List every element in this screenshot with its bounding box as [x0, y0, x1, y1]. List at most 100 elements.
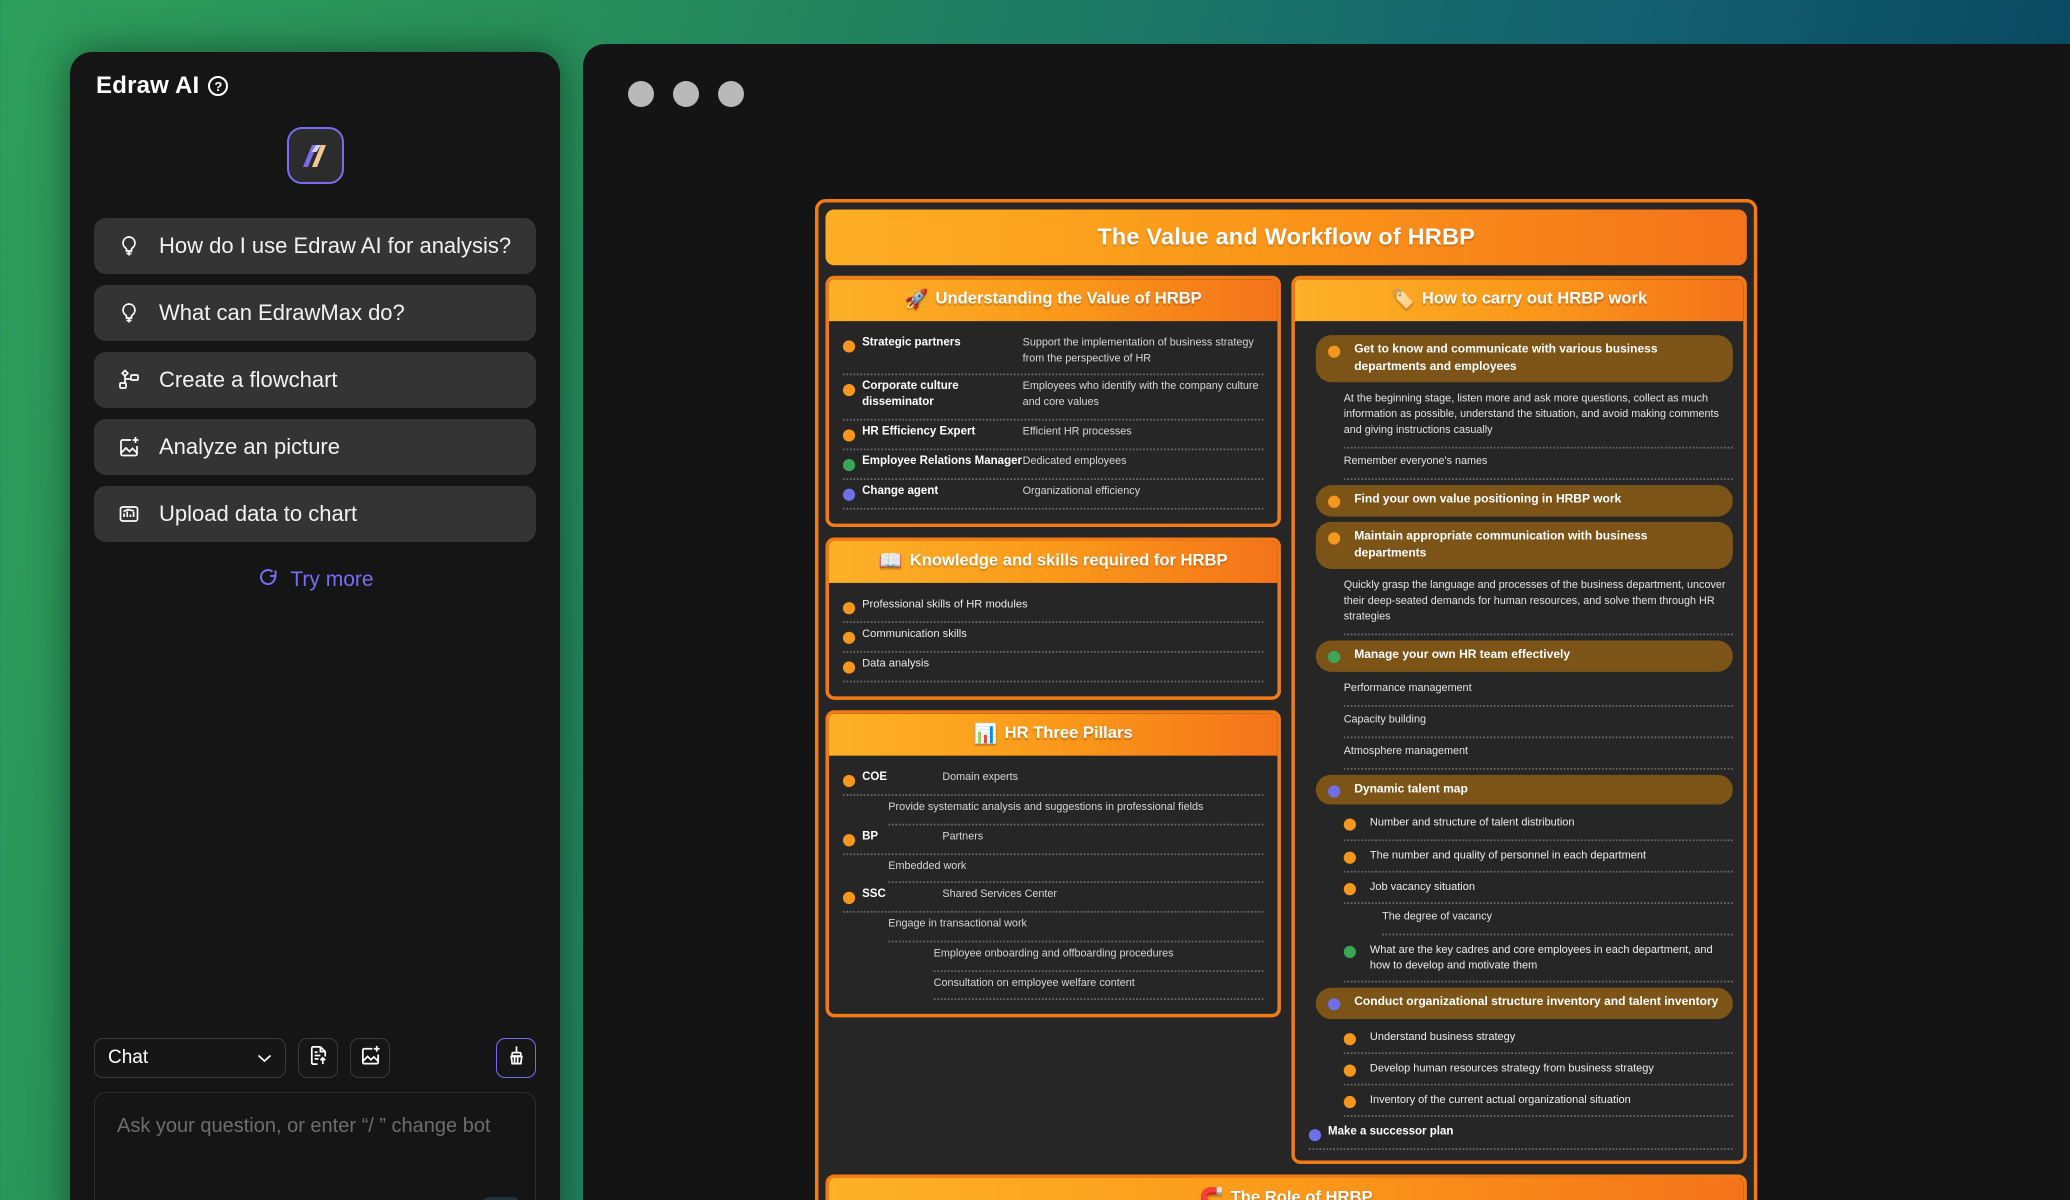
- row-desc: Embedded work: [888, 860, 967, 873]
- suggestion-item-edrawmax[interactable]: What can EdrawMax do?: [94, 285, 536, 341]
- row-term: HR Efficiency Expert: [862, 426, 976, 439]
- row-desc: Organizational efficiency: [1022, 485, 1141, 498]
- row-term: Corporate culture disseminator: [862, 381, 959, 409]
- sub-item-label: What are the key cadres and core employe…: [1369, 943, 1713, 972]
- mode-select-value: Chat: [108, 1047, 149, 1068]
- sub-item-label: Job vacancy situation: [1369, 880, 1475, 893]
- bullet-icon: [842, 602, 856, 615]
- table-row: Strategic partners Support the implement…: [842, 332, 1264, 376]
- image-add-icon: [359, 1044, 382, 1072]
- pill-label: Find your own value positioning in HRBP …: [1354, 494, 1622, 507]
- sub-item: Capacity building: [1343, 706, 1733, 738]
- card-title: The Role of HRBP: [1230, 1188, 1373, 1200]
- row-desc: Shared Services Center: [942, 889, 1058, 902]
- row-desc: Provide systematic analysis and suggesti…: [888, 801, 1204, 814]
- card-body: Professional skills of HR modules Commun…: [829, 583, 1277, 696]
- window-dot-minimize[interactable]: [673, 81, 699, 107]
- pill-label: Get to know and communicate with various…: [1354, 343, 1658, 373]
- question-mark-icon[interactable]: ?: [208, 76, 229, 96]
- document-window: The Value and Workflow of HRBP 🚀 Underst…: [583, 44, 2070, 1200]
- chart-document-icon: [116, 501, 142, 527]
- row-term: SSC: [862, 889, 886, 902]
- document-upload-button[interactable]: [298, 1038, 338, 1078]
- infographic-right-column: 🏷️ How to carry out HRBP work Get to kno…: [1291, 275, 1747, 1165]
- pill-item: Conduct organizational structure invento…: [1315, 987, 1733, 1019]
- clear-chat-button[interactable]: [496, 1038, 536, 1078]
- table-row: Provide systematic analysis and suggesti…: [888, 796, 1264, 826]
- prompt-input[interactable]: Ask your question, or enter “/ ” change …: [94, 1092, 536, 1200]
- suggestion-list: How do I use Edraw AI for analysis? What…: [70, 218, 560, 542]
- row-desc: Consultation on employee welfare content: [933, 976, 1135, 990]
- card-body: COE Domain experts Provide systematic an…: [829, 756, 1277, 1015]
- table-row: Change agent Organizational efficiency: [842, 480, 1264, 510]
- page-title: Edraw AI: [96, 72, 200, 99]
- lightbulb-icon: [116, 233, 142, 259]
- card-header: 📊 HR Three Pillars: [828, 714, 1278, 756]
- bullet-icon: [842, 631, 856, 645]
- try-more-button[interactable]: Try more: [70, 565, 560, 595]
- bullet-icon: [842, 661, 856, 674]
- row-desc: Engage in transactional work: [888, 918, 1027, 931]
- sub-item: The number and quality of personnel in e…: [1343, 840, 1733, 873]
- suggestion-item-analyze-picture[interactable]: Analyze an picture: [94, 419, 536, 475]
- edraw-ai-panel: Edraw AI ? How do I use Edraw AI for ana…: [70, 52, 560, 1200]
- bullet-icon: [1328, 651, 1341, 664]
- sub-item-label: Develop human resources strategy from bu…: [1369, 1062, 1654, 1075]
- rocket-icon: 🚀: [904, 289, 929, 311]
- bullet-icon: [842, 775, 856, 788]
- window-dot-maximize[interactable]: [718, 81, 744, 107]
- table-row: SSC Shared Services Center: [842, 884, 1264, 914]
- card-header: 🚀 Understanding the Value of HRBP: [828, 279, 1278, 322]
- sub-item: What are the key cadres and core employe…: [1343, 935, 1733, 983]
- magnet-icon: 🧲: [1199, 1188, 1224, 1200]
- row-desc: Support the implementation of business s…: [1022, 336, 1254, 365]
- pill-item: Manage your own HR team effectively: [1315, 640, 1733, 672]
- hrbp-infographic: The Value and Workflow of HRBP 🚀 Underst…: [815, 199, 1758, 1200]
- row-desc: Domain experts: [942, 771, 1019, 784]
- sub-item: Job vacancy situation: [1343, 872, 1733, 904]
- card-knowledge-skills: 📖 Knowledge and skills required for HRBP…: [825, 537, 1281, 701]
- bullet-icon: [1343, 882, 1356, 895]
- image-add-icon: [116, 434, 142, 460]
- suggestion-item-upload-chart[interactable]: Upload data to chart: [94, 486, 536, 542]
- bullet-icon: [1343, 1064, 1356, 1077]
- composer: Chat Ask your question, or enter “/ ” ch…: [94, 1038, 536, 1200]
- infographic-columns: 🚀 Understanding the Value of HRBP Strate…: [825, 275, 1747, 1165]
- ai-panel-header: Edraw AI ?: [70, 52, 560, 100]
- suggestion-item-flowchart[interactable]: Create a flowchart: [94, 352, 536, 408]
- mode-select[interactable]: Chat: [94, 1038, 286, 1078]
- bullet-icon: [842, 833, 856, 847]
- row-term: COE: [862, 771, 888, 784]
- table-row: HR Efficiency Expert Efficient HR proces…: [842, 421, 1264, 451]
- broom-icon: [505, 1044, 528, 1072]
- bullet-icon: [1328, 532, 1341, 545]
- table-row: Employee Relations Manager Dedicated emp…: [842, 450, 1264, 481]
- pill-item: Find your own value positioning in HRBP …: [1315, 485, 1733, 517]
- try-more-label: Try more: [290, 568, 374, 591]
- suggestion-label: Upload data to chart: [159, 501, 358, 526]
- row-desc: Efficient HR processes: [1022, 426, 1132, 439]
- edraw-ai-logo[interactable]: [286, 127, 344, 184]
- suggestion-item-analysis[interactable]: How do I use Edraw AI for analysis?: [94, 218, 536, 274]
- sub-item-label: Understand business strategy: [1369, 1030, 1516, 1044]
- card-hr-three-pillars: 📊 HR Three Pillars COE Domain experts Pr…: [825, 710, 1281, 1019]
- table-row: Corporate culture disseminator Employees…: [842, 376, 1264, 421]
- pill-item: Get to know and communicate with various…: [1315, 335, 1733, 383]
- window-dot-close[interactable]: [628, 81, 654, 107]
- table-row: Employee onboarding and offboarding proc…: [933, 943, 1264, 972]
- suggestion-label: How do I use Edraw AI for analysis?: [159, 233, 512, 258]
- card-body: Get to know and communicate with various…: [1295, 321, 1743, 1160]
- suggestion-label: What can EdrawMax do?: [159, 300, 405, 325]
- list-item-label: Professional skills of HR modules: [862, 598, 1028, 612]
- row-term: Employee Relations Manager: [862, 455, 1022, 468]
- infographic-title: The Value and Workflow of HRBP: [825, 209, 1747, 266]
- bullet-icon: [842, 384, 856, 397]
- table-row: Engage in transactional work: [888, 914, 1264, 943]
- card-how-to-carry-out: 🏷️ How to carry out HRBP work Get to kno…: [1291, 275, 1747, 1165]
- sub-item: Understand business strategy: [1343, 1022, 1733, 1054]
- sub-item: At the beginning stage, listen more and …: [1343, 386, 1733, 449]
- bullet-icon: [842, 459, 856, 472]
- bullet-icon: [1328, 784, 1341, 798]
- card-understanding-value: 🚀 Understanding the Value of HRBP Strate…: [825, 275, 1281, 528]
- image-upload-button[interactable]: [350, 1038, 390, 1078]
